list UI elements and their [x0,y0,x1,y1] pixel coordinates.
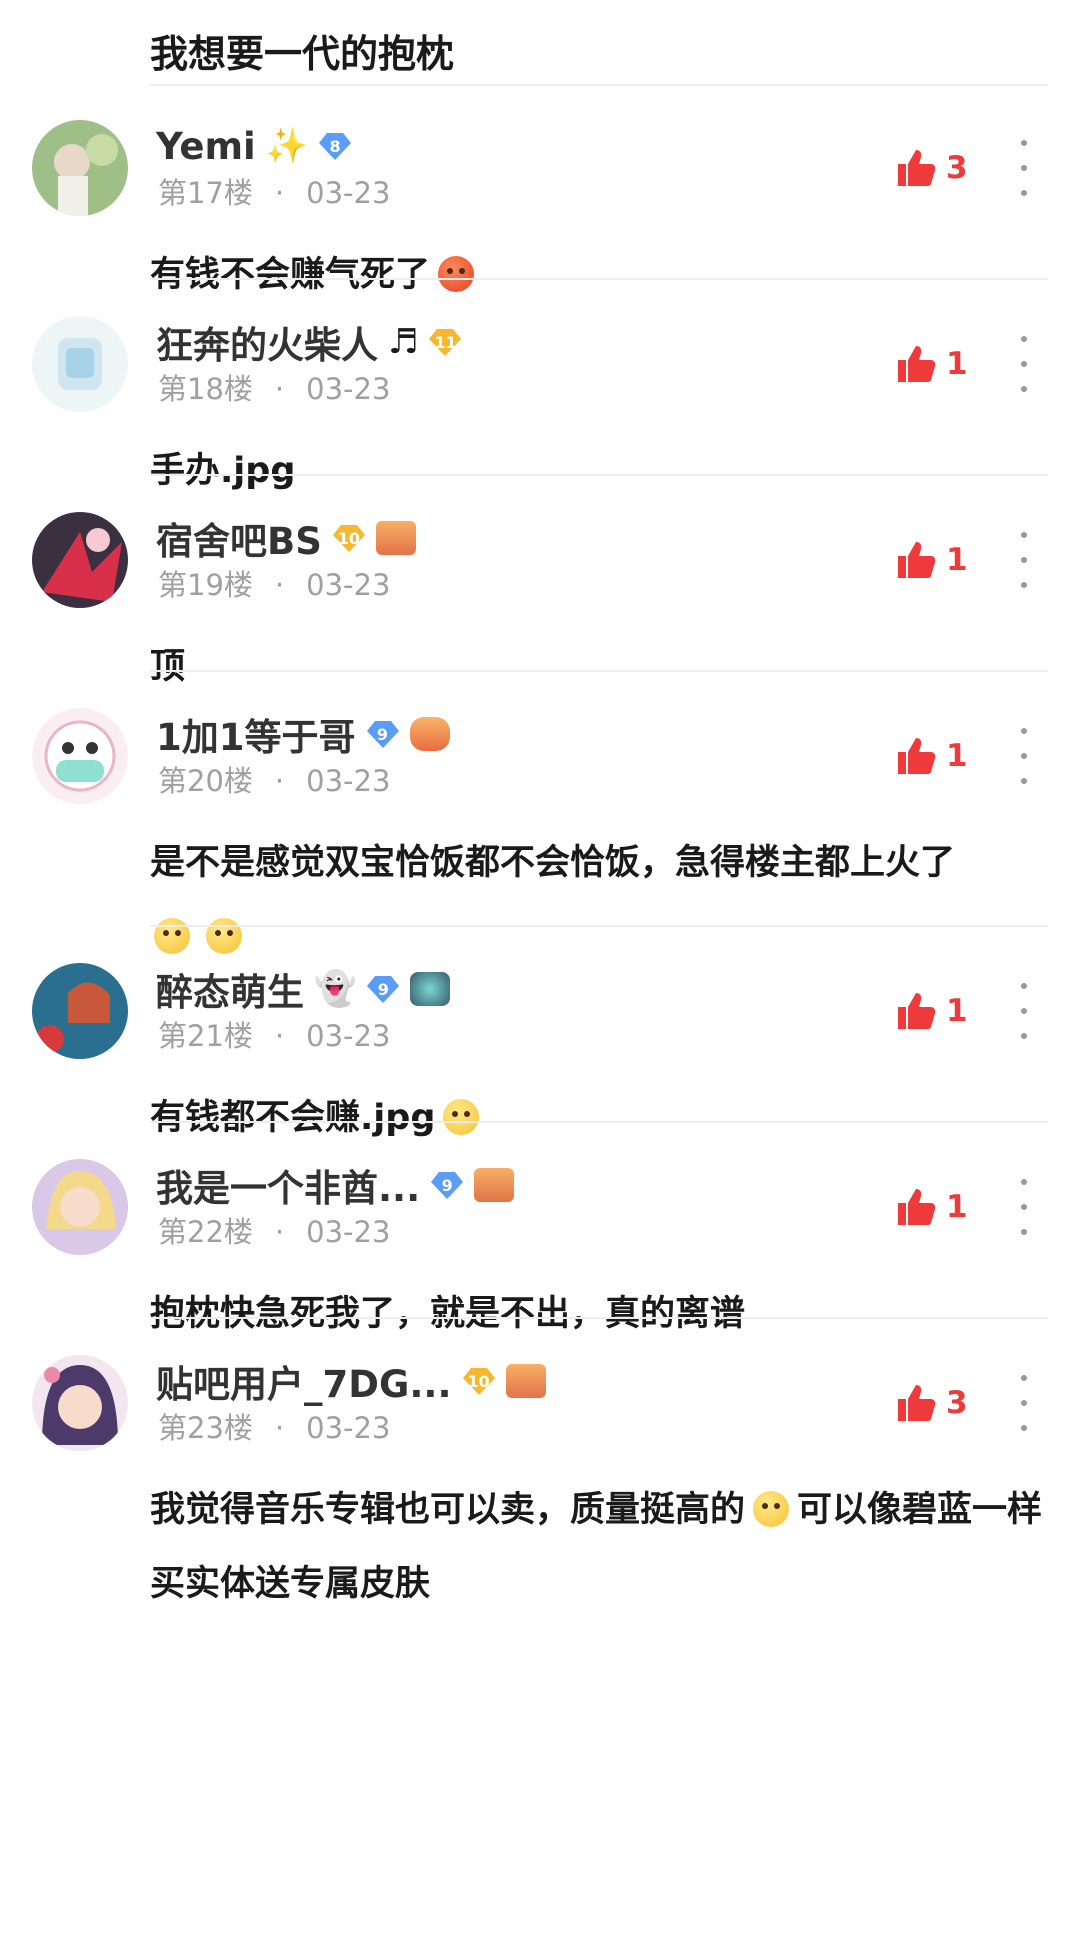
previous-reply-text: 我想要一代的抱枕 [150,32,455,76]
medal-icon [505,1364,546,1398]
comment-text: 顶 [150,647,186,687]
divider [150,1121,1048,1123]
like-button[interactable]: 3 [894,146,968,190]
thumbs-up-icon [898,150,936,186]
sparkles-emoji: ✨ [265,126,309,166]
username[interactable]: 宿舍吧BS [156,511,322,565]
like-button[interactable]: 1 [894,342,968,386]
username[interactable]: 醉态萌生 [156,962,304,1016]
more-options-icon[interactable] [1016,336,1032,392]
post-date: 03-23 [306,372,391,406]
like-count: 3 [946,1385,968,1421]
more-options-icon[interactable] [1016,1375,1032,1431]
gamepad-medal-icon [409,717,450,751]
comment-meta: 第17楼 · 03-23 [158,176,391,210]
level-badge: 9 [430,1170,464,1200]
divider [150,1317,1048,1319]
comment-text: 有钱都不会赚.jpg [150,1081,1052,1155]
divider [150,670,1048,672]
like-count: 1 [946,346,968,382]
like-button[interactable]: 1 [894,734,968,778]
more-options-icon[interactable] [1016,140,1032,196]
comment-meta: 第22楼 · 03-23 [158,1215,391,1249]
thumbs-up-icon [898,1385,936,1421]
avatar[interactable] [32,512,128,608]
floor-number: 第18楼 [158,372,253,406]
floor-number: 第21楼 [158,1019,253,1053]
comment-text: 有钱不会赚气死了 [150,238,1052,312]
floor-number: 第17楼 [158,176,253,210]
like-count: 1 [946,993,968,1029]
level-badge: 8 [318,131,352,161]
thumbs-up-icon [898,993,936,1029]
comment-meta: 第21楼 · 03-23 [158,1019,391,1053]
like-button[interactable]: 1 [894,989,968,1033]
username[interactable]: 狂奔的火柴人 [156,315,378,369]
post-date: 03-23 [306,1215,391,1249]
medal-icon [375,521,416,555]
avatar[interactable] [32,1355,128,1451]
comment-text: 手办.jpg [150,451,296,491]
avatar[interactable] [32,963,128,1059]
comment-meta: 第23楼 · 03-23 [158,1411,391,1445]
more-options-icon[interactable] [1016,728,1032,784]
floor-number: 第23楼 [158,1411,253,1445]
avatar[interactable] [32,708,128,804]
like-count: 3 [946,150,968,186]
smile-emoji [443,1099,480,1135]
floor-number: 第20楼 [158,764,253,798]
level-badge: 9 [366,719,400,749]
divider [150,925,1048,927]
more-options-icon[interactable] [1016,983,1032,1039]
music-note-emoji: ♬ [388,322,419,362]
divider [150,278,1048,280]
floor-number: 第19楼 [158,568,253,602]
comment-text: 是不是感觉双宝恰饭都不会恰饭，急得楼主都上火了 [150,826,1052,974]
ghost-emoji: 👻 [314,969,357,1009]
like-button[interactable]: 1 [894,1185,968,1229]
sad-face-emoji [753,1491,790,1527]
more-options-icon[interactable] [1016,1179,1032,1235]
smile-emoji [206,918,242,954]
like-count: 1 [946,738,968,774]
post-date: 03-23 [306,568,391,602]
like-button[interactable]: 1 [894,538,968,582]
comment-meta: 第18楼 · 03-23 [158,372,391,406]
thumbs-up-icon [898,346,936,382]
divider [150,474,1048,476]
like-count: 1 [946,1189,968,1225]
post-date: 03-23 [306,1019,391,1053]
divider [150,84,1048,86]
username[interactable]: Yemi [156,125,256,168]
thumbs-up-icon [898,738,936,774]
level-badge: 10 [332,523,366,553]
avatar[interactable] [32,120,128,216]
post-date: 03-23 [306,176,391,210]
floor-number: 第22楼 [158,1215,253,1249]
like-button[interactable]: 3 [894,1381,968,1425]
more-options-icon[interactable] [1016,532,1032,588]
comment-text: 我觉得音乐专辑也可以卖，质量挺高的 可以像碧蓝一样买实体送专属皮肤 [150,1490,1043,1604]
level-badge: 9 [366,974,400,1004]
level-badge: 11 [428,327,462,357]
username[interactable]: 1加1等于哥 [156,707,356,761]
comment-meta: 第19楼 · 03-23 [158,568,391,602]
avatar[interactable] [32,316,128,412]
avatar[interactable] [32,1159,128,1255]
comment-meta: 第20楼 · 03-23 [158,764,391,798]
post-date: 03-23 [306,764,391,798]
smile-emoji [154,918,190,954]
red-angry-face-emoji [438,256,475,292]
thumbs-up-icon [898,542,936,578]
username[interactable]: 贴吧用户_7DG... [156,1354,452,1408]
like-count: 1 [946,542,968,578]
comment-text: 抱枕快急死我了，就是不出，真的离谱 [150,1294,746,1334]
medal-icon [474,1168,515,1202]
username[interactable]: 我是一个非酋... [156,1158,420,1212]
post-date: 03-23 [306,1411,391,1445]
thumbs-up-icon [898,1189,936,1225]
comment-thread: 我想要一代的抱枕 Yemi ✨ 8 第17楼 · 03-23 3 有钱不会赚气死了 [0,0,1080,1952]
medal-icon [410,972,451,1006]
level-badge: 10 [462,1366,496,1396]
